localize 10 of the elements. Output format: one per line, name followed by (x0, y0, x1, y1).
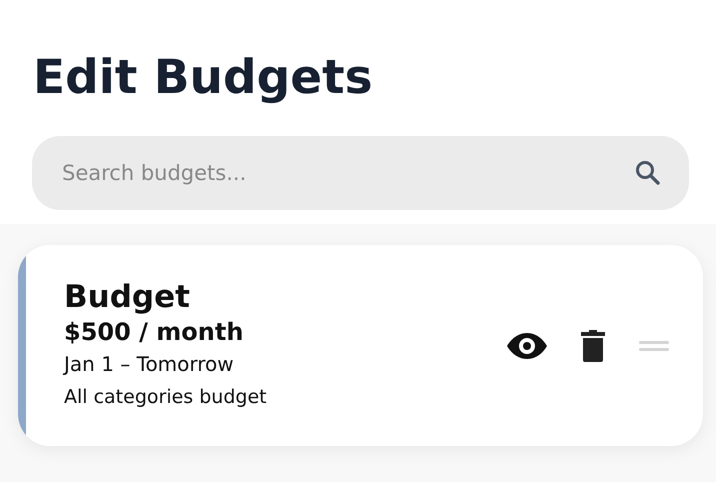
page-title: Edit Budgets (33, 49, 374, 107)
drag-handle-icon[interactable] (639, 340, 669, 352)
budget-name: Budget (64, 278, 191, 316)
eye-icon[interactable] (507, 332, 547, 358)
budget-description: All categories budget (64, 384, 268, 410)
budget-dates: Jan 1 – Tomorrow (64, 350, 235, 378)
search-icon[interactable] (635, 160, 661, 186)
budget-amount: $500 / month (64, 316, 244, 348)
search-field[interactable]: Search budgets... (32, 136, 689, 210)
trash-icon[interactable] (581, 330, 605, 362)
